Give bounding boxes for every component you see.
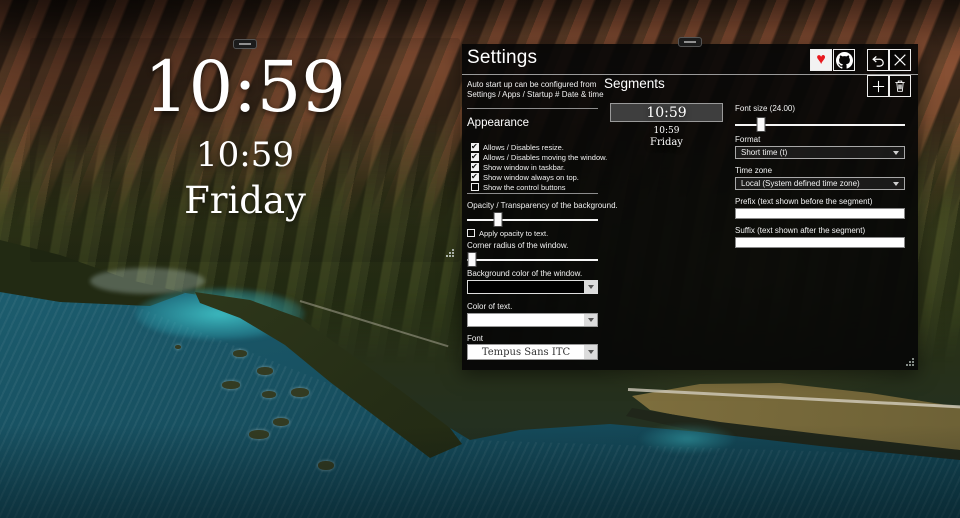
timezone-label: Time zone — [735, 166, 772, 175]
close-icon — [892, 52, 908, 68]
divider — [467, 193, 598, 194]
corner-radius-label: Corner radius of the window. — [467, 241, 568, 250]
add-segment-button[interactable] — [867, 75, 889, 97]
prefix-input[interactable] — [735, 208, 905, 219]
format-label: Format — [735, 135, 760, 144]
checkbox-icon — [471, 143, 479, 151]
chevron-down-icon — [584, 314, 597, 326]
slider-track — [467, 219, 598, 221]
slider-thumb[interactable] — [494, 212, 503, 227]
checkbox-apply-opacity-text[interactable]: Apply opacity to text. — [467, 228, 548, 238]
segment-item[interactable]: 10:59 — [610, 126, 723, 136]
checkbox-always-on-top[interactable]: Show window always on top. — [471, 172, 579, 182]
checkbox-icon — [471, 173, 479, 181]
checkbox-label: Show window in taskbar. — [483, 163, 565, 172]
github-icon — [836, 52, 853, 69]
appearance-heading: Appearance — [467, 117, 529, 129]
heart-icon: ♥ — [816, 52, 826, 68]
color-swatch — [468, 281, 584, 293]
font-label: Font — [467, 334, 483, 343]
slider-track — [467, 259, 598, 261]
clock-time-primary: 10:59 — [30, 38, 460, 122]
desktop: 10:59 10:59 Friday Settings ♥ — [0, 0, 960, 518]
autostart-note: Auto start up can be configured from Set… — [467, 80, 604, 100]
resize-grip-icon[interactable] — [446, 249, 455, 258]
settings-title: Settings — [467, 47, 537, 69]
checkbox-show-control-buttons[interactable]: Show the control buttons — [471, 182, 566, 192]
github-button[interactable] — [833, 49, 855, 71]
chevron-down-icon — [893, 151, 899, 155]
background-color-label: Background color of the window. — [467, 269, 582, 278]
slider-thumb[interactable] — [468, 252, 477, 267]
settings-window: Settings ♥ Auto start up can be configur… — [462, 44, 918, 370]
plus-icon — [871, 79, 886, 94]
autostart-note-line1: Auto start up can be configured from — [467, 80, 596, 89]
clock-widget-window[interactable]: 10:59 10:59 Friday — [30, 38, 460, 262]
drag-handle-icon[interactable] — [233, 39, 257, 49]
format-select[interactable]: Short time (t) — [735, 146, 905, 159]
checkbox-label: Allows / Disables moving the window. — [483, 153, 607, 162]
text-color-label: Color of text. — [467, 302, 512, 311]
chevron-down-icon — [584, 345, 597, 359]
checkbox-allow-resize[interactable]: Allows / Disables resize. — [471, 142, 564, 152]
close-button[interactable] — [889, 49, 911, 71]
checkbox-icon — [471, 183, 479, 191]
checkbox-icon — [471, 163, 479, 171]
drag-handle-icon[interactable] — [678, 37, 702, 47]
timezone-select[interactable]: Local (System defined time zone) — [735, 177, 905, 190]
prefix-label: Prefix (text shown before the segment) — [735, 197, 872, 206]
color-swatch — [468, 314, 584, 326]
delete-segment-button[interactable] — [889, 75, 911, 97]
slider-thumb[interactable] — [756, 117, 765, 132]
text-color-select[interactable] — [467, 313, 598, 327]
opacity-label: Opacity / Transparency of the background… — [467, 201, 618, 210]
segment-item-selected[interactable]: 10:59 — [610, 103, 723, 122]
background-color-select[interactable] — [467, 280, 598, 294]
checkbox-allow-move[interactable]: Allows / Disables moving the window. — [471, 152, 607, 162]
suffix-input[interactable] — [735, 237, 905, 248]
trash-icon — [893, 79, 907, 93]
format-select-value: Short time (t) — [741, 148, 787, 157]
divider — [467, 108, 598, 109]
chevron-down-icon — [893, 182, 899, 186]
font-select[interactable]: Tempus Sans ITC — [467, 344, 598, 360]
font-size-slider[interactable] — [735, 117, 905, 132]
resize-grip-icon[interactable] — [906, 358, 915, 367]
checkbox-icon — [467, 229, 475, 237]
segment-item[interactable]: Friday — [610, 137, 723, 148]
font-size-label: Font size (24.00) — [735, 104, 795, 113]
font-select-value: Tempus Sans ITC — [468, 347, 584, 358]
checkbox-label: Show window always on top. — [483, 173, 579, 182]
suffix-label: Suffix (text shown after the segment) — [735, 226, 865, 235]
undo-icon — [871, 53, 886, 68]
header-divider — [462, 74, 918, 75]
checkbox-icon — [471, 153, 479, 161]
clock-time-secondary: 10:59 — [30, 122, 460, 172]
undo-button[interactable] — [867, 49, 889, 71]
timezone-select-value: Local (System defined time zone) — [741, 179, 860, 188]
sponsor-button[interactable]: ♥ — [810, 49, 832, 71]
checkbox-show-taskbar[interactable]: Show window in taskbar. — [471, 162, 565, 172]
clock-day: Friday — [30, 172, 460, 219]
segments-heading: Segments — [604, 76, 665, 91]
checkbox-label: Show the control buttons — [483, 183, 566, 192]
chevron-down-icon — [584, 281, 597, 293]
autostart-note-line2: Settings / Apps / Startup # Date & time — [467, 90, 604, 99]
corner-radius-slider[interactable] — [467, 252, 598, 267]
opacity-slider[interactable] — [467, 212, 598, 227]
checkbox-label: Allows / Disables resize. — [483, 143, 564, 152]
checkbox-label: Apply opacity to text. — [479, 229, 548, 238]
